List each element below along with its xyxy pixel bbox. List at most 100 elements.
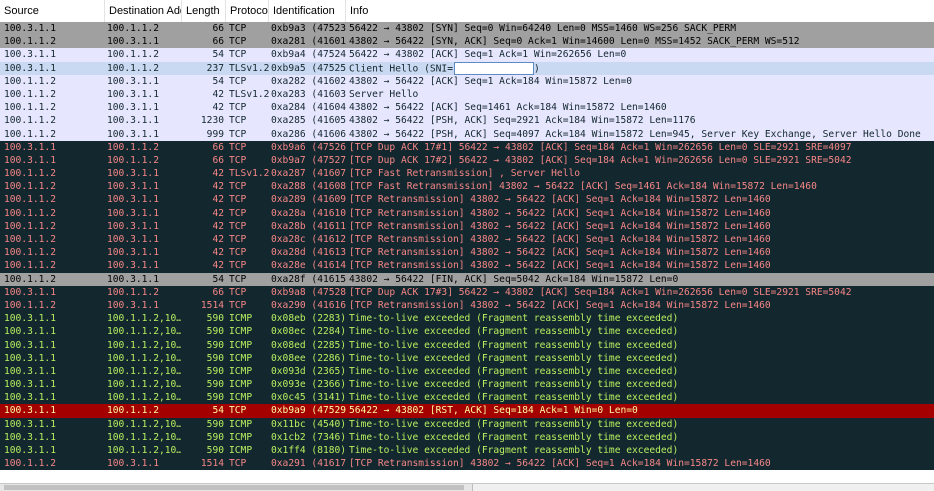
packet-row[interactable]: 100.3.1.1 100.1.1.2 66 TCP 0xb9a6 (47526) [TC… (0, 140, 934, 154)
packet-source: 100.1.1.2 (4, 457, 104, 470)
packet-identification-text: 0xa290 (41616) (271, 299, 347, 311)
packet-identification: 0xa28e (41614) (271, 259, 347, 272)
packet-row[interactable]: 100.3.1.1 100.1.1.2,10… 590 ICMP 0x0c45 (314… (0, 391, 934, 405)
packet-row[interactable]: 100.3.1.1 100.1.1.2 237 TLSv1.2 0xb9a5 (4752… (0, 61, 934, 75)
packet-length-text: 590 (206, 379, 224, 391)
packet-source: 100.1.1.2 (4, 75, 104, 88)
packet-length: 590 (182, 352, 224, 365)
packet-identification-text: 0xb9a8 (47528) (271, 286, 347, 298)
packet-source-text: 100.1.1.2 (4, 168, 56, 180)
packet-row[interactable]: 100.1.1.2 100.3.1.1 54 TCP 0xa282 (41602) 438… (0, 74, 934, 88)
packet-row[interactable]: 100.3.1.1 100.1.1.2,10… 590 ICMP 0x1cb2 (734… (0, 430, 934, 444)
packet-identification-text: 0x08eb (2283) (271, 313, 347, 325)
packet-info: Time-to-live exceeded (Fragment reassemb… (349, 352, 934, 365)
packet-length-text: 54 (212, 75, 224, 87)
packet-row[interactable]: 100.3.1.1 100.1.1.2,10… 590 ICMP 0x08ec (228… (0, 325, 934, 339)
packet-destination: 100.3.1.1 (107, 75, 181, 88)
packet-row[interactable]: 100.1.1.2 100.3.1.1 42 TLSv1.2 0xa287 (41607… (0, 167, 934, 181)
packet-row[interactable]: 100.3.1.1 100.1.1.2,10… 590 ICMP 0x08ee (228… (0, 351, 934, 365)
packet-protocol-text: TCP (229, 220, 247, 232)
packet-destination: 100.3.1.1 (107, 101, 181, 114)
column-header-length[interactable]: Length (182, 0, 226, 22)
packet-protocol-text: ICMP (229, 352, 253, 364)
packet-identification: 0xa289 (41609) (271, 193, 347, 206)
packet-row[interactable]: 100.3.1.1 100.1.1.2 66 TCP 0xb9a3 (47523) 564… (0, 22, 934, 36)
packet-source: 100.3.1.1 (4, 286, 104, 299)
packet-source: 100.1.1.2 (4, 35, 104, 48)
packet-row[interactable]: 100.1.1.2 100.3.1.1 42 TCP 0xa28a (41610) [TC… (0, 206, 934, 220)
packet-list: 100.3.1.1 100.1.1.2 66 TCP 0xb9a3 (47523) 564… (0, 22, 934, 471)
packet-protocol-text: TCP (229, 36, 247, 48)
packet-info: [TCP Retransmission] 43802 → 56422 [ACK]… (349, 259, 934, 272)
packet-identification-text: 0xa281 (41601) (271, 36, 347, 48)
packet-row[interactable]: 100.1.1.2 100.3.1.1 1230 TCP 0xa285 (41605) 4… (0, 114, 934, 128)
packet-destination-text: 100.3.1.1 (107, 220, 159, 232)
packet-source-text: 100.1.1.2 (4, 299, 56, 311)
packet-protocol-text: ICMP (229, 392, 253, 404)
packet-source: 100.3.1.1 (4, 444, 104, 457)
packet-info: 56422 → 43802 [ACK] Seq=1 Ack=1 Win=2626… (349, 48, 934, 61)
packet-info-text: Time-to-live exceeded (Fragment reassemb… (349, 326, 679, 338)
column-header-info[interactable]: Info (346, 0, 934, 22)
packet-protocol: ICMP (229, 312, 271, 325)
scrollbar-thumb[interactable] (4, 485, 464, 490)
packet-info-text: Server Hello (349, 88, 419, 100)
packet-row[interactable]: 100.3.1.1 100.1.1.2 54 TCP 0xb9a9 (47529) 564… (0, 404, 934, 418)
packet-info: 43802 → 56422 [ACK] Seq=1 Ack=184 Win=15… (349, 75, 934, 88)
packet-source: 100.3.1.1 (4, 352, 104, 365)
packet-row[interactable]: 100.1.1.2 100.3.1.1 42 TCP 0xa28b (41611) [TC… (0, 219, 934, 233)
packet-protocol-text: TCP (229, 49, 247, 61)
packet-row[interactable]: 100.3.1.1 100.1.1.2,10… 590 ICMP 0x093d (236… (0, 364, 934, 379)
packet-identification: 0xb9a3 (47523) (271, 22, 347, 35)
packet-destination-text: 100.1.1.2,10… (107, 339, 181, 351)
column-header-destination[interactable]: Destination Addr (105, 0, 182, 22)
packet-protocol-text: ICMP (229, 431, 253, 443)
packet-destination-text: 100.3.1.1 (107, 458, 159, 470)
packet-length-text: 590 (206, 326, 224, 338)
packet-length-text: 42 (212, 247, 224, 259)
packet-row[interactable]: 100.3.1.1 100.1.1.2,10… 590 ICMP 0x1ff4 (818… (0, 444, 934, 458)
packet-destination: 100.3.1.1 (107, 128, 181, 141)
packet-list-header: Source Destination Addr Length Protocol … (0, 0, 934, 23)
packet-row[interactable]: 100.1.1.2 100.3.1.1 42 TCP 0xa28d (41613) [TC… (0, 246, 934, 260)
packet-info-text: [TCP Retransmission] 43802 → 56422 [ACK]… (349, 220, 771, 232)
packet-row[interactable]: 100.3.1.1 100.1.1.2,10… 590 ICMP 0x08ed (228… (0, 338, 934, 352)
packet-row[interactable]: 100.3.1.1 100.1.1.2 66 TCP 0xb9a8 (47528) [TC… (0, 285, 934, 299)
packet-row[interactable]: 100.1.1.2 100.3.1.1 42 TCP 0xa288 (41608) [TC… (0, 180, 934, 194)
packet-row[interactable]: 100.1.1.2 100.3.1.1 66 TCP 0xa281 (41601) 438… (0, 35, 934, 49)
packet-row[interactable]: 100.3.1.1 100.1.1.2,10… 590 ICMP 0x08eb (228… (0, 312, 934, 326)
packet-source-text: 100.1.1.2 (4, 207, 56, 219)
packet-identification: 0x093e (2366) (271, 378, 347, 391)
packet-row[interactable]: 100.3.1.1 100.1.1.2 54 TCP 0xb9a4 (47524) 564… (0, 48, 934, 62)
packet-destination-text: 100.1.1.2 (107, 141, 159, 153)
packet-row[interactable]: 100.1.1.2 100.3.1.1 42 TCP 0xa289 (41609) [TC… (0, 193, 934, 207)
packet-row[interactable]: 100.1.1.2 100.3.1.1 999 TCP 0xa286 (41606) 43… (0, 127, 934, 141)
packet-destination-text: 100.1.1.2,10… (107, 445, 181, 456)
packet-length-text: 54 (212, 273, 224, 285)
column-header-source[interactable]: Source (0, 0, 105, 22)
column-header-protocol[interactable]: Protocol (226, 0, 269, 22)
packet-source: 100.3.1.1 (4, 325, 104, 338)
packet-destination: 100.3.1.1 (107, 246, 181, 259)
packet-row[interactable]: 100.1.1.2 100.3.1.1 1514 TCP 0xa290 (41616)[… (0, 298, 934, 313)
packet-protocol: TCP (229, 128, 271, 141)
packet-row[interactable]: 100.1.1.2 100.3.1.1 42 TLSv1.2 0xa283 (41603… (0, 87, 934, 102)
packet-row[interactable]: 100.1.1.2 100.3.1.1 54 TCP 0xa28f (41615) 438… (0, 272, 934, 286)
packet-source: 100.1.1.2 (4, 180, 104, 193)
packet-row[interactable]: 100.3.1.1 100.1.1.2 66 TCP 0xb9a7 (47527) [TC… (0, 153, 934, 168)
packet-protocol: TCP (229, 193, 271, 206)
packet-row[interactable]: 100.3.1.1 100.1.1.2,10… 590 ICMP 0x093e (236… (0, 378, 934, 392)
packet-row[interactable]: 100.1.1.2 100.3.1.1 1514 TCP 0xa291 (41617)[… (0, 457, 934, 471)
packet-row[interactable]: 100.3.1.1 100.1.1.2,10… 590 ICMP 0x11bc (454… (0, 417, 934, 431)
packet-protocol-text: TCP (229, 405, 247, 417)
packet-destination: 100.3.1.1 (107, 114, 181, 127)
packet-row[interactable]: 100.1.1.2 100.3.1.1 42 TCP 0xa284 (41604) 438… (0, 101, 934, 115)
packet-protocol-text: TCP (229, 181, 247, 193)
packet-info-text: 56422 → 43802 [ACK] Seq=1 Ack=1 Win=2626… (349, 49, 627, 61)
column-header-identification[interactable]: Identification (269, 0, 346, 22)
packet-source-text: 100.1.1.2 (4, 273, 56, 285)
packet-source-text: 100.3.1.1 (4, 313, 56, 325)
packet-row[interactable]: 100.1.1.2 100.3.1.1 42 TCP 0xa28e (41614) [TC… (0, 259, 934, 273)
packet-source: 100.1.1.2 (4, 273, 104, 286)
packet-row[interactable]: 100.1.1.2 100.3.1.1 42 TCP 0xa28c (41612) [TC… (0, 233, 934, 247)
